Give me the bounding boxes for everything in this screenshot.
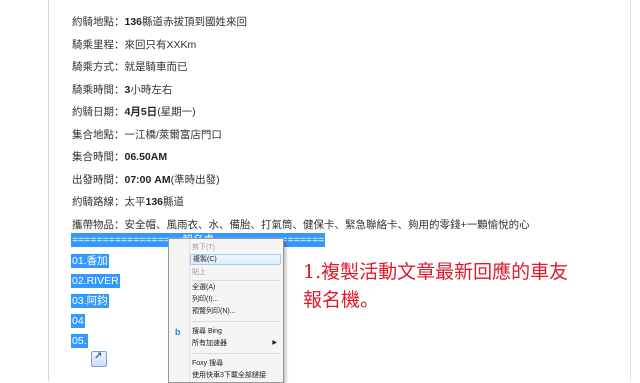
info-value: 06.50AM xyxy=(125,151,168,163)
info-value: 來回只有XXKm xyxy=(124,38,197,51)
signup-entry-text[interactable]: 03.阿鈞 xyxy=(71,294,109,308)
info-value: 136縣道赤拔頂到國姓來回 xyxy=(124,16,248,28)
context-menu[interactable]: 剪下(T) 複製(C) 貼上 全選(A) 列印(I)... 預覽列印(N)...… xyxy=(168,238,284,383)
info-value: 安全帽、風雨衣、水、備胎、打氣筒、健保卡、緊急聯絡卡、夠用的零錢+一顆愉悅的心 xyxy=(124,218,530,231)
info-label: 約騎路線： xyxy=(72,196,125,208)
signup-entry-text[interactable]: 02.RIVER xyxy=(71,274,120,288)
page-right-border xyxy=(630,0,631,381)
signup-entry[interactable]: 05. xyxy=(71,331,88,349)
menu-item-foxy-search[interactable]: Foxy 搜尋 xyxy=(190,358,281,369)
menu-item-label: 搜尋 Bing xyxy=(192,328,222,335)
info-label: 騎乘時間： xyxy=(72,83,125,96)
submenu-arrow-icon: ▶ xyxy=(272,340,277,346)
instruction-annotation: 1.複製活動文章最新回應的車友 報名機。 xyxy=(303,258,623,314)
info-row-meeting-place: 集合地點：一江橋/萊爾富店門口 xyxy=(72,124,530,147)
info-label: 約騎日期： xyxy=(72,106,125,118)
annotation-line: 1.複製活動文章最新回應的車友 xyxy=(303,261,569,283)
menu-item-label: 全選(A) xyxy=(192,284,216,291)
info-value-emphasis: 3 xyxy=(124,83,131,96)
info-label: 出發時間： xyxy=(72,173,125,186)
menu-item-paste[interactable]: 貼上 xyxy=(190,267,281,278)
signup-entry[interactable]: 04 xyxy=(71,311,85,329)
menu-item-download-all-links[interactable]: 使用快車3下載全部鏈接 xyxy=(190,370,281,381)
info-label: 集合時間： xyxy=(72,151,125,163)
info-row-date: 約騎日期：4月5日(星期一) xyxy=(72,101,530,124)
menu-item-print-preview[interactable]: 預覽列印(N)... xyxy=(190,306,281,317)
info-value-emphasis: 07:00 AM xyxy=(124,173,171,186)
info-value: 3小時左右 xyxy=(124,83,173,96)
info-value: 就是騎車而已 xyxy=(124,61,188,73)
info-row-duration: 騎乘時間：3小時左右 xyxy=(72,79,530,102)
signup-entry-text[interactable]: 01.香加 xyxy=(71,254,109,268)
info-value-emphasis: 136 xyxy=(145,196,164,208)
info-label: 攜帶物品： xyxy=(72,218,125,231)
menu-item-print[interactable]: 列印(I)... xyxy=(190,294,281,305)
menu-item-search-bing[interactable]: 搜尋 Bing xyxy=(190,326,281,337)
menu-item-label: 複製(C) xyxy=(193,256,217,263)
menu-separator xyxy=(192,353,280,354)
menu-separator xyxy=(192,280,280,281)
annotation-line: 報名機。 xyxy=(303,289,380,311)
info-value: 07:00 AM(準時出發) xyxy=(124,173,220,186)
menu-item-label: 使用快車3下載全部鏈接 xyxy=(192,372,266,379)
info-label: 集合地點： xyxy=(72,128,125,141)
info-label: 騎乘里程： xyxy=(72,38,125,51)
info-label: 騎乘方式： xyxy=(72,61,125,73)
ride-info-list: 約騎地點：136縣道赤拔頂到國姓來回 騎乘里程：來回只有XXKm 騎乘方式：就是… xyxy=(72,11,530,236)
info-row-distance: 騎乘里程：來回只有XXKm xyxy=(72,34,530,57)
menu-item-label: 所有加速器 xyxy=(192,340,227,347)
menu-item-select-all[interactable]: 全選(A) xyxy=(190,282,281,293)
info-value: 太平136縣道 xyxy=(124,196,185,208)
signup-entry[interactable]: 03.阿鈞 xyxy=(71,291,109,309)
bing-icon: b xyxy=(175,327,181,337)
info-value-emphasis: 136 xyxy=(124,16,143,28)
menu-item-label: 列印(I)... xyxy=(192,296,219,303)
info-row-route: 約騎路線：太平136縣道 xyxy=(72,191,530,214)
info-value-emphasis: 06.50AM xyxy=(124,151,168,163)
signup-entry-text[interactable]: 04 xyxy=(71,314,85,328)
info-row-meeting-time: 集合時間：06.50AM xyxy=(72,146,530,169)
menu-item-copy[interactable]: 複製(C) xyxy=(190,254,281,265)
signup-entry[interactable]: 01.香加 xyxy=(71,251,109,269)
menu-separator xyxy=(192,321,280,322)
info-row-style: 騎乘方式：就是騎車而已 xyxy=(72,56,530,79)
menu-item-label: 預覽列印(N)... xyxy=(192,308,236,315)
info-value: 一江橋/萊爾富店門口 xyxy=(124,128,222,141)
menu-item-cut[interactable]: 剪下(T) xyxy=(190,242,281,253)
info-row-location: 約騎地點：136縣道赤拔頂到國姓來回 xyxy=(72,11,530,34)
info-label: 約騎地點： xyxy=(72,16,125,28)
signup-entry[interactable]: 02.RIVER xyxy=(71,271,120,289)
accelerator-icon[interactable]: ↗ xyxy=(91,351,107,367)
menu-item-label: 貼上 xyxy=(192,269,206,276)
page-left-border xyxy=(48,0,49,381)
info-value: 4月5日(星期一) xyxy=(124,106,196,118)
info-value-emphasis: 4月5日 xyxy=(124,106,158,118)
menu-item-label: Foxy 搜尋 xyxy=(192,360,224,367)
menu-item-label: 剪下(T) xyxy=(192,244,215,251)
signup-entry-text[interactable]: 05. xyxy=(71,334,88,348)
menu-item-all-accelerators[interactable]: 所有加速器 ▶ xyxy=(190,338,281,349)
info-row-departure-time: 出發時間：07:00 AM(準時出發) xyxy=(72,169,530,192)
